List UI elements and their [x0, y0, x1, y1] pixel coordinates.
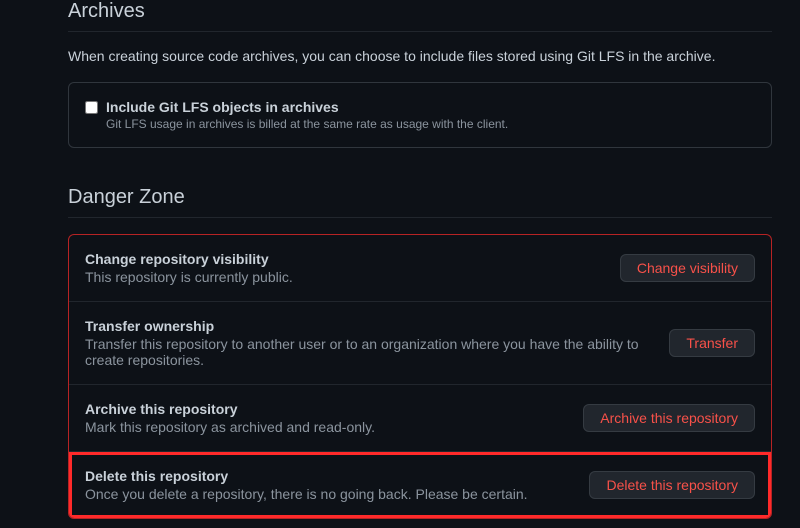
lfs-settings-box: Include Git LFS objects in archives Git …: [68, 82, 772, 148]
delete-repository-title: Delete this repository: [85, 468, 573, 484]
archive-repository-row: Archive this repository Mark this reposi…: [69, 385, 771, 452]
include-lfs-label[interactable]: Include Git LFS objects in archives: [106, 99, 339, 115]
transfer-ownership-row: Transfer ownership Transfer this reposit…: [69, 302, 771, 385]
change-visibility-button[interactable]: Change visibility: [620, 254, 755, 282]
lfs-billing-note: Git LFS usage in archives is billed at t…: [106, 117, 755, 131]
change-visibility-desc: This repository is currently public.: [85, 269, 604, 285]
change-visibility-text: Change repository visibility This reposi…: [85, 251, 604, 285]
danger-zone-box: Change repository visibility This reposi…: [68, 234, 772, 519]
archive-repository-text: Archive this repository Mark this reposi…: [85, 401, 567, 435]
change-visibility-title: Change repository visibility: [85, 251, 604, 267]
delete-repository-text: Delete this repository Once you delete a…: [85, 468, 573, 502]
archive-repository-desc: Mark this repository as archived and rea…: [85, 419, 567, 435]
transfer-ownership-title: Transfer ownership: [85, 318, 653, 334]
danger-zone-header: Danger Zone: [68, 186, 772, 218]
archives-header: Archives: [68, 0, 772, 32]
transfer-ownership-text: Transfer ownership Transfer this reposit…: [85, 318, 653, 368]
delete-repository-desc: Once you delete a repository, there is n…: [85, 486, 573, 502]
transfer-button[interactable]: Transfer: [669, 329, 755, 357]
delete-repository-row: Delete this repository Once you delete a…: [69, 452, 771, 518]
include-lfs-checkbox[interactable]: [85, 101, 98, 114]
archives-description: When creating source code archives, you …: [68, 48, 772, 64]
archive-repository-title: Archive this repository: [85, 401, 567, 417]
change-visibility-row: Change repository visibility This reposi…: [69, 235, 771, 302]
transfer-ownership-desc: Transfer this repository to another user…: [85, 336, 653, 368]
archive-repository-button[interactable]: Archive this repository: [583, 404, 755, 432]
delete-repository-button[interactable]: Delete this repository: [589, 471, 755, 499]
lfs-checkbox-row: Include Git LFS objects in archives: [85, 99, 755, 115]
